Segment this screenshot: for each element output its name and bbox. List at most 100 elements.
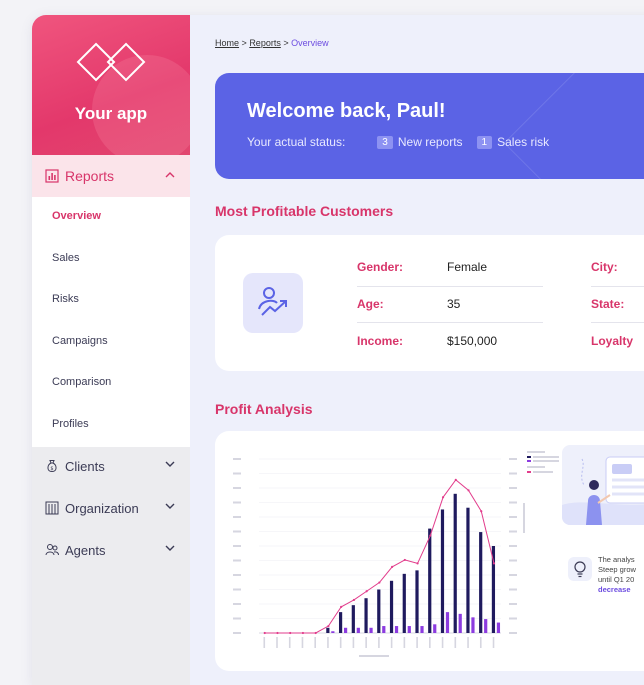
main-content: Home > Reports > Overview Welcome back, …: [190, 15, 644, 685]
y2-tick-label: [509, 559, 517, 562]
reports-submenu: Overview Sales Risks Campaigns Compariso…: [32, 197, 190, 447]
status-row: Your actual status: 3 New reports 1 Sale…: [247, 135, 549, 149]
analyst-illustration: [562, 445, 644, 525]
bar: [458, 613, 462, 633]
y2-tick-label: [509, 516, 517, 518]
sidebar-subitem-sales[interactable]: Sales: [52, 252, 80, 264]
x-tick-label: [390, 637, 393, 648]
breadcrumb-home-link[interactable]: Home: [215, 38, 239, 48]
bar: [377, 589, 381, 633]
y2-tick-label: [509, 458, 517, 460]
legend-swatch: [527, 460, 531, 462]
y2-tick-label: [509, 574, 517, 576]
insight-text: The analys Steep grow until Q1 20 decrea…: [598, 555, 636, 595]
bar: [389, 580, 394, 633]
y2-tick-label: [509, 603, 517, 605]
x-tick-label: [416, 637, 418, 648]
x-tick-label: [403, 637, 406, 648]
x-tick-label: [492, 637, 495, 648]
bar: [407, 626, 411, 633]
income-label: Income:: [357, 334, 404, 348]
bar: [428, 528, 432, 633]
profit-chart: [233, 451, 559, 657]
legend-swatch: [527, 471, 531, 473]
sidebar-subitem-risks[interactable]: Risks: [52, 293, 79, 305]
insight-line: Steep grow: [598, 565, 636, 574]
welcome-banner: Welcome back, Paul! Your actual status: …: [215, 73, 644, 179]
chevron-down-icon[interactable]: [165, 503, 175, 510]
sidebar-subitem-profiles[interactable]: Profiles: [52, 418, 89, 430]
y-tick-label: [233, 501, 241, 504]
age-value: 35: [447, 297, 461, 311]
brand-header[interactable]: Your app: [32, 15, 190, 155]
legend-entry: [533, 460, 559, 462]
sidebar-subitem-comparison[interactable]: Comparison: [52, 376, 111, 388]
x-tick-label: [327, 637, 329, 648]
bar: [466, 507, 470, 633]
insight-line: The analys: [598, 555, 635, 564]
legend-heading: [527, 466, 545, 468]
bar: [369, 627, 373, 633]
sidebar-item-reports[interactable]: Reports: [32, 155, 190, 197]
point: [416, 562, 419, 565]
y2-tick-label: [509, 588, 517, 591]
y2-tick-label: [509, 530, 517, 533]
breadcrumb-reports-link[interactable]: Reports: [249, 38, 281, 48]
y2-tick-label: [509, 472, 517, 475]
bar: [453, 493, 457, 633]
y-tick-label: [233, 603, 241, 605]
chevron-down-icon[interactable]: [165, 461, 175, 468]
divider: [591, 322, 644, 323]
profit-analysis-card: The analys Steep grow until Q1 20 decrea…: [215, 431, 644, 671]
point: [480, 510, 483, 513]
y-tick-label: [233, 588, 241, 591]
sidebar-item-organization[interactable]: Organization: [32, 487, 190, 529]
sidebar-item-label: Agents: [65, 542, 106, 558]
y-tick-label: [233, 472, 241, 475]
chevron-down-icon[interactable]: [165, 545, 175, 552]
profit-section-title: Profit Analysis: [215, 401, 313, 417]
new-reports-badge: 3: [377, 135, 393, 149]
loyalty-label: Loyalty: [591, 334, 634, 348]
y-tick-label: [233, 487, 241, 489]
city-label: City:: [591, 260, 618, 274]
y2-tick-label: [509, 487, 517, 489]
point: [314, 631, 317, 635]
status-label: Your actual status:: [247, 135, 346, 149]
y-tick-label: [233, 559, 241, 562]
legend-entry: [533, 471, 553, 473]
sidebar-item-label: Clients: [65, 458, 105, 474]
x-tick-label: [378, 637, 380, 648]
x-tick-label: [301, 637, 304, 648]
state-label: State:: [591, 297, 625, 311]
sidebar-item-clients[interactable]: $ Clients: [32, 445, 190, 487]
point: [301, 631, 305, 635]
money-bag-icon: $: [47, 460, 57, 473]
sidebar-subitem-campaigns[interactable]: Campaigns: [52, 335, 108, 347]
x-axis-label: [359, 655, 389, 657]
customer-growth-icon: [258, 287, 287, 316]
welcome-title: Welcome back, Paul!: [247, 100, 446, 122]
point: [492, 562, 496, 565]
gender-value: Female: [447, 260, 488, 274]
sidebar-item-agents[interactable]: Agents: [32, 529, 190, 571]
new-reports-link[interactable]: New reports: [398, 135, 463, 149]
sidebar-subitem-overview[interactable]: Overview: [52, 210, 101, 222]
point: [327, 624, 330, 628]
customer-profile-card: Gender: Female Age: 35 Income: $150,000 …: [215, 235, 644, 371]
point: [340, 605, 343, 608]
x-tick-label: [441, 637, 444, 648]
income-value: $150,000: [447, 334, 498, 348]
y-tick-label: [233, 458, 241, 460]
bar: [338, 612, 343, 633]
insight-line: until Q1 20: [598, 575, 635, 584]
bar: [351, 605, 355, 633]
sidebar-item-label: Reports: [65, 168, 115, 184]
chevron-up-icon[interactable]: [165, 171, 175, 178]
people-icon: [45, 544, 59, 556]
y-tick-label: [233, 574, 241, 576]
point: [467, 489, 470, 492]
risks-link[interactable]: Sales risk: [497, 135, 549, 149]
point: [289, 631, 292, 635]
bar: [343, 627, 348, 633]
